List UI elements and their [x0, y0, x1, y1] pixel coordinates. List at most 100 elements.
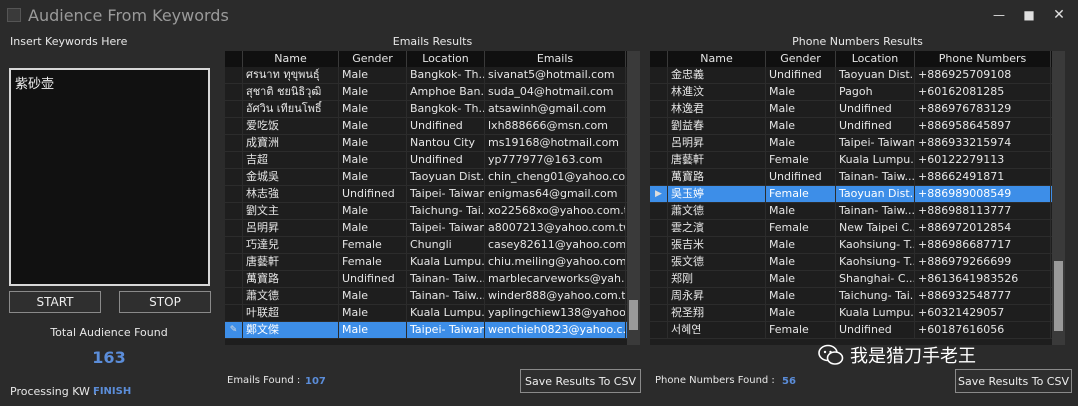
- table-cell[interactable]: 萬寶路: [668, 169, 766, 185]
- table-cell[interactable]: ms19168@hotmail.com: [485, 135, 626, 151]
- table-cell[interactable]: +886958645897: [915, 118, 1051, 134]
- table-cell[interactable]: Female: [766, 322, 836, 338]
- table-cell[interactable]: Amphoe Ban...: [407, 84, 485, 100]
- table-cell[interactable]: casey82611@yahoo.com...: [485, 237, 626, 253]
- table-cell[interactable]: enigmas64@gmail.com: [485, 186, 626, 202]
- table-cell[interactable]: Male: [339, 118, 407, 134]
- table-cell[interactable]: +886932548777: [915, 288, 1051, 304]
- table-cell[interactable]: winder888@yahoo.com.tw: [485, 288, 626, 304]
- table-cell[interactable]: xo22568xo@yahoo.com.tw: [485, 203, 626, 219]
- table-row[interactable]: 林進汶 Male Pagoh +60162081285: [650, 84, 1065, 101]
- table-cell[interactable]: Tainan- Taiw...: [836, 203, 915, 219]
- table-row[interactable]: 雲之濱 Female New Taipei C... +886972012854: [650, 220, 1065, 237]
- table-cell[interactable]: Taichung- Tai...: [407, 203, 485, 219]
- row-indicator[interactable]: [225, 237, 243, 253]
- table-row[interactable]: สุชาติ ชยนิธิวุฒิ Male Amphoe Ban... suda_0…: [225, 84, 640, 101]
- row-indicator[interactable]: [650, 101, 668, 117]
- table-cell[interactable]: 吉超: [243, 152, 339, 168]
- table-cell[interactable]: yp777977@163.com: [485, 152, 626, 168]
- table-row[interactable]: 唐藝軒 Female Kuala Lumpu... +60122279113: [650, 152, 1065, 169]
- table-cell[interactable]: Taoyuan Dist...: [836, 186, 915, 202]
- table-cell[interactable]: Male: [339, 152, 407, 168]
- table-cell[interactable]: 成寶洲: [243, 135, 339, 151]
- table-cell[interactable]: Kuala Lumpu...: [836, 152, 915, 168]
- table-cell[interactable]: 吳玉婷: [668, 186, 766, 202]
- table-cell[interactable]: +886989008549: [915, 186, 1051, 202]
- table-cell[interactable]: Undifined: [836, 118, 915, 134]
- table-cell[interactable]: ศรนาท ทุขุพนธุ์: [243, 67, 339, 83]
- table-row[interactable]: 劉文主 Male Taichung- Tai... xo22568xo@yahoo.c…: [225, 203, 640, 220]
- table-cell[interactable]: Male: [339, 101, 407, 117]
- table-cell[interactable]: Male: [766, 135, 836, 151]
- table-cell[interactable]: 林進汶: [668, 84, 766, 100]
- table-row[interactable]: อัศวิน เทียนโพธิ์ Male Bangkok- Th... atsaw…: [225, 101, 640, 118]
- row-indicator[interactable]: [225, 135, 243, 151]
- table-cell[interactable]: 唐藝軒: [243, 254, 339, 270]
- table-row[interactable]: 爱吃饭 Male Undifined lxh888666@msn.com: [225, 118, 640, 135]
- table-cell[interactable]: Bangkok- Th...: [407, 101, 485, 117]
- column-header-phone-numbers[interactable]: Phone Numbers: [915, 51, 1051, 67]
- table-row[interactable]: 劉益春 Male Undifined +886958645897: [650, 118, 1065, 135]
- table-cell[interactable]: สุชาติ ชยนิธิวุฒิ: [243, 84, 339, 100]
- table-cell[interactable]: wenchieh0823@yahoo.c...: [485, 322, 626, 338]
- emails-scroll-thumb[interactable]: [629, 300, 638, 330]
- table-cell[interactable]: Chungli: [407, 237, 485, 253]
- table-cell[interactable]: New Taipei C...: [836, 220, 915, 236]
- table-cell[interactable]: +88662491871: [915, 169, 1051, 185]
- table-cell[interactable]: suda_04@hotmail.com: [485, 84, 626, 100]
- table-cell[interactable]: +60187616056: [915, 322, 1051, 338]
- table-cell[interactable]: Undifined: [339, 271, 407, 287]
- table-cell[interactable]: 郑刚: [668, 271, 766, 287]
- row-indicator[interactable]: [225, 254, 243, 270]
- table-cell[interactable]: +60321429057: [915, 305, 1051, 321]
- table-cell[interactable]: chiu.meiling@yahoo.com...: [485, 254, 626, 270]
- table-cell[interactable]: Male: [339, 203, 407, 219]
- table-cell[interactable]: Undifined: [407, 118, 485, 134]
- table-cell[interactable]: Female: [339, 254, 407, 270]
- table-cell[interactable]: Male: [766, 84, 836, 100]
- table-cell[interactable]: 林逸君: [668, 101, 766, 117]
- table-row[interactable]: 張吉米 Male Kaohsiung- T... +886986687717: [650, 237, 1065, 254]
- table-cell[interactable]: +886972012854: [915, 220, 1051, 236]
- table-cell[interactable]: Undifined: [836, 101, 915, 117]
- table-cell[interactable]: Male: [339, 135, 407, 151]
- row-indicator[interactable]: [650, 305, 668, 321]
- table-cell[interactable]: 周永昇: [668, 288, 766, 304]
- column-header-gender[interactable]: Gender: [339, 51, 407, 67]
- row-indicator[interactable]: [650, 169, 668, 185]
- table-row[interactable]: 叶联超 Male Kuala Lumpu... yaplingchiew138@yah…: [225, 305, 640, 322]
- table-cell[interactable]: Undifined: [766, 169, 836, 185]
- row-indicator[interactable]: ✎: [225, 322, 243, 338]
- row-indicator[interactable]: [225, 152, 243, 168]
- row-indicator[interactable]: [650, 220, 668, 236]
- table-cell[interactable]: Undifined: [407, 152, 485, 168]
- table-row[interactable]: ศรนาท ทุขุพนธุ์ Male Bangkok- Th... sivanat…: [225, 67, 640, 84]
- table-cell[interactable]: Tainan- Taiw...: [407, 288, 485, 304]
- table-row[interactable]: 成寶洲 Male Nantou City ms19168@hotmail.com: [225, 135, 640, 152]
- table-cell[interactable]: sivanat5@hotmail.com: [485, 67, 626, 83]
- table-cell[interactable]: Undifined: [766, 67, 836, 83]
- table-cell[interactable]: 蕭文德: [668, 203, 766, 219]
- table-cell[interactable]: 蕭文德: [243, 288, 339, 304]
- table-cell[interactable]: Female: [766, 220, 836, 236]
- table-row[interactable]: 萬寶路 Undifined Tainan- Taiw... +88662491871: [650, 169, 1065, 186]
- table-row[interactable]: 吉超 Male Undifined yp777977@163.com: [225, 152, 640, 169]
- table-cell[interactable]: Male: [766, 305, 836, 321]
- row-indicator[interactable]: [225, 118, 243, 134]
- table-cell[interactable]: +8613641983526: [915, 271, 1051, 287]
- table-cell[interactable]: a8007213@yahoo.com.tw: [485, 220, 626, 236]
- table-cell[interactable]: 林志強: [243, 186, 339, 202]
- table-row[interactable]: 蕭文德 Male Tainan- Taiw... +886988113777: [650, 203, 1065, 220]
- emails-scrollbar[interactable]: [627, 51, 640, 345]
- table-cell[interactable]: +886976783129: [915, 101, 1051, 117]
- table-cell[interactable]: 祝圣翔: [668, 305, 766, 321]
- table-row[interactable]: 蕭文德 Male Tainan- Taiw... winder888@yahoo.co…: [225, 288, 640, 305]
- table-row[interactable]: 巧達兒 Female Chungli casey82611@yahoo.com...: [225, 237, 640, 254]
- table-cell[interactable]: 金城吳: [243, 169, 339, 185]
- table-row[interactable]: 周永昇 Male Taichung- Tai... +886932548777: [650, 288, 1065, 305]
- table-cell[interactable]: Female: [766, 152, 836, 168]
- table-cell[interactable]: 鄭文傑: [243, 322, 339, 338]
- table-cell[interactable]: Taichung- Tai...: [836, 288, 915, 304]
- table-cell[interactable]: +60122279113: [915, 152, 1051, 168]
- table-cell[interactable]: Shanghai- C...: [836, 271, 915, 287]
